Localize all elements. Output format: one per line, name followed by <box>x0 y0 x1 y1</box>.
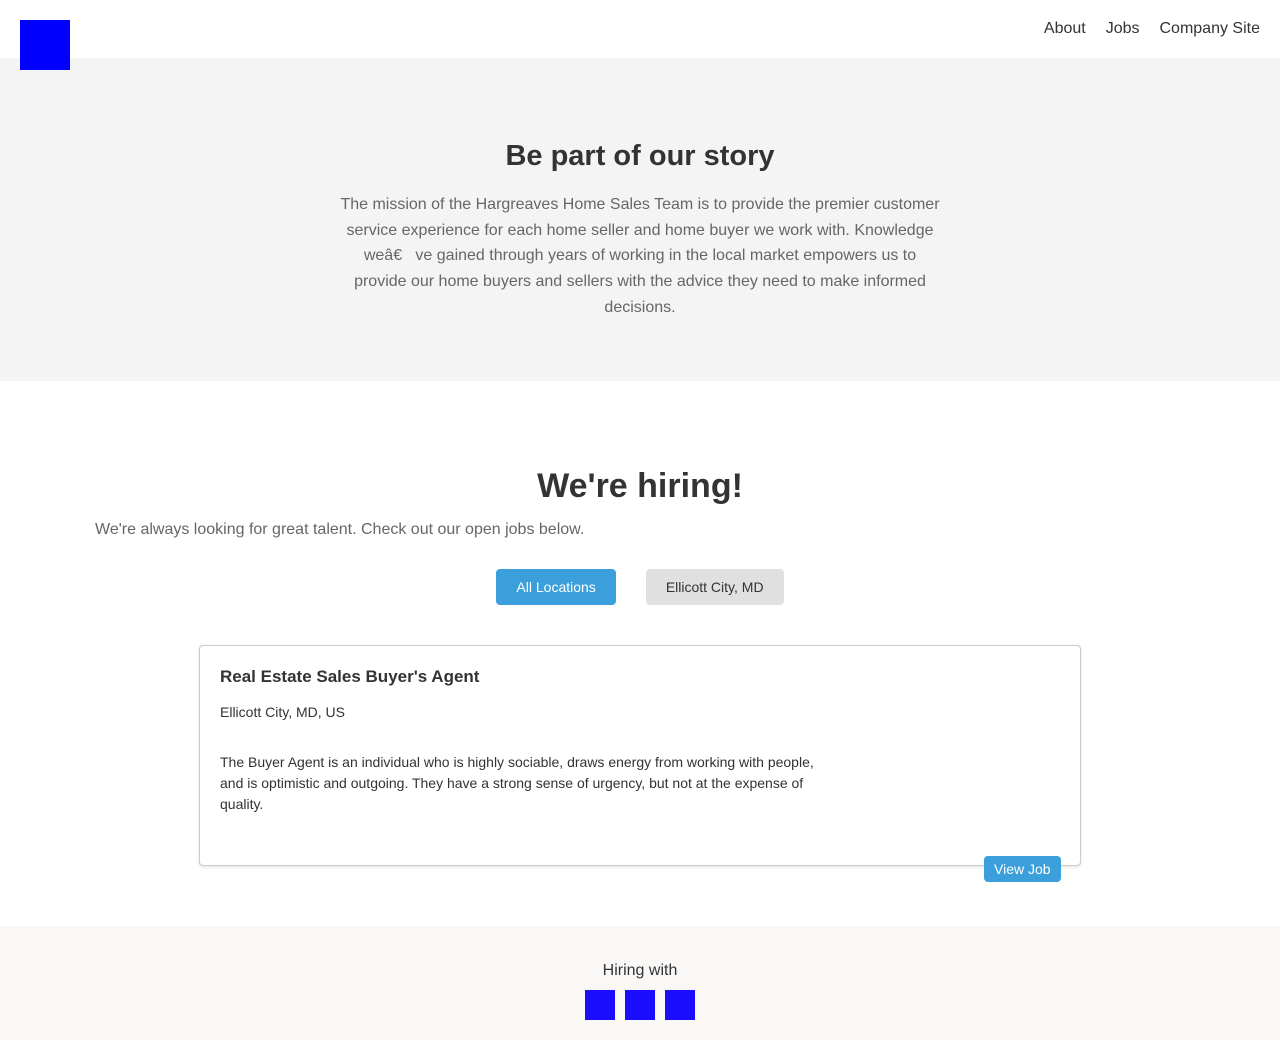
hero-mission-text: The mission of the Hargreaves Home Sales… <box>340 196 940 316</box>
job-title[interactable]: Real Estate Sales Buyer's Agent <box>220 666 479 688</box>
job-description: The Buyer Agent is an individual who is … <box>220 754 814 812</box>
site-footer: Hiring with <box>0 926 1280 1040</box>
job-card: Real Estate Sales Buyer's Agent Ellicott… <box>199 645 1081 882</box>
hero-section: Be part of our story The mission of the … <box>0 58 1280 381</box>
hiring-with-label: Hiring with <box>602 962 678 979</box>
top-nav: About Jobs Company Site <box>1044 19 1260 39</box>
hero-title: Be part of our story <box>505 140 775 172</box>
partner-icons <box>0 990 1280 1020</box>
partner-1-icon[interactable] <box>585 990 615 1020</box>
filter-all-locations-button[interactable]: All Locations <box>496 569 616 605</box>
nav-link-jobs[interactable]: Jobs <box>1106 19 1140 39</box>
nav-link-company-site[interactable]: Company Site <box>1160 19 1261 39</box>
site-header: About Jobs Company Site <box>0 0 1280 70</box>
location-filters: All Locations Ellicott City, MD <box>0 569 1280 605</box>
filter-ellicott-city-button[interactable]: Ellicott City, MD <box>645 569 784 605</box>
hiring-subtitle: We're always looking for great talent. C… <box>95 521 585 538</box>
hiring-title: We're hiring! <box>537 467 743 505</box>
job-location: Ellicott City, MD, US <box>220 704 345 720</box>
nav-link-about[interactable]: About <box>1044 19 1086 39</box>
company-logo-icon[interactable] <box>20 20 70 70</box>
view-job-button[interactable]: View Job <box>984 856 1061 882</box>
partner-3-icon[interactable] <box>665 990 695 1020</box>
partner-2-icon[interactable] <box>625 990 655 1020</box>
